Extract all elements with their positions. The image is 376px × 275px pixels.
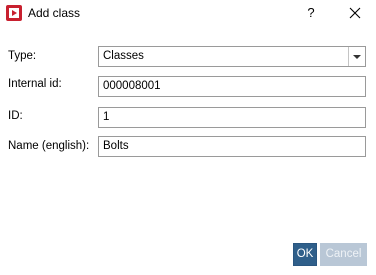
window-title: Add class [28,6,81,20]
id-label: ID: [8,110,23,122]
help-button[interactable]: ? [296,2,326,24]
title-bar: Add class ? [0,0,376,28]
dialog-body: Type: Classes Internal id: 000008001 ID:… [0,28,376,275]
id-field[interactable]: 1 [98,107,366,128]
chevron-down-icon[interactable] [348,47,365,66]
ok-button[interactable]: OK [293,243,317,266]
type-label: Type: [8,50,37,62]
cancel-button[interactable]: Cancel [320,243,367,266]
close-button[interactable] [340,2,370,24]
name-field[interactable]: Bolts [98,136,366,157]
close-icon [349,7,361,19]
app-icon [6,5,22,21]
type-select[interactable]: Classes [98,46,366,67]
name-label: Name (english): [8,140,90,152]
internal-id-field[interactable]: 000008001 [98,76,366,97]
type-select-value: Classes [103,50,144,62]
internal-id-label: Internal id: [8,78,62,90]
